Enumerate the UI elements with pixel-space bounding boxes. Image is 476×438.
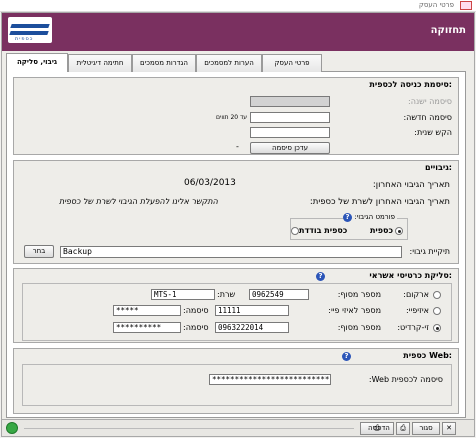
- print-label: הדפסה: [368, 424, 390, 432]
- password-dash: -: [236, 142, 239, 151]
- card-clearing-section: סליקת כרטיסי אשראי: ? ארקום: מספר מסוף: …: [13, 268, 459, 343]
- arcom-label: ארקום:: [403, 290, 429, 299]
- status-globe-icon: [6, 422, 18, 434]
- tab-document-settings[interactable]: הגדרות מסמכים: [132, 54, 196, 72]
- backup-folder-label: תיקיית גיבוי:: [409, 247, 450, 256]
- printer-button[interactable]: ⎙: [396, 422, 410, 435]
- password-section-title: סיסמת כניסה לכספית:: [369, 80, 452, 89]
- easypay-password-label: סיסמה:: [183, 306, 209, 315]
- last-server-backup-label: תאריך הגיבוי האחרון לשרת של כספית:: [309, 197, 450, 207]
- format-single-label: כספית בודדת: [299, 226, 348, 235]
- arcom-terminal-label: מספר מסוף:: [337, 290, 381, 299]
- web-section-title: כספית Web:: [403, 351, 452, 360]
- logo-stripe-bottom: [9, 31, 49, 35]
- arcom-terminal-input[interactable]: 0962549: [249, 289, 309, 300]
- new-password-input[interactable]: [250, 112, 330, 123]
- new-password-label: סיסמה חדשה:: [403, 113, 452, 122]
- old-password-input: [250, 96, 330, 107]
- header-bar: כספית תחזוקה: [2, 13, 474, 51]
- easypay-password-input[interactable]: *****: [113, 305, 181, 316]
- window-title: פרטי העסק: [418, 1, 454, 9]
- easypay-label: איזיפיי:: [406, 306, 429, 315]
- backup-format-label: פורמט הגיבוי:: [352, 213, 397, 221]
- tab-business-details[interactable]: פרטי העסק: [262, 54, 322, 72]
- choose-folder-button[interactable]: בחר: [24, 245, 54, 258]
- tab-digital-signature[interactable]: חתימה דיגיטלית: [68, 54, 132, 72]
- card-clearing-help-icon[interactable]: ?: [316, 272, 325, 281]
- window-titlebar: פרטי העסק: [0, 0, 476, 12]
- arcom-radio[interactable]: [433, 291, 441, 299]
- tab-strip: פרטי העסק הערות למסמכים הגדרות מסמכים חת…: [6, 53, 466, 73]
- web-section: כספית Web: ? סיסמה לכספית Web: *********…: [13, 348, 459, 414]
- zcredit-terminal-input[interactable]: 0963222014: [215, 322, 289, 333]
- format-single-radio[interactable]: [291, 227, 299, 235]
- backup-section-title: גיבויים:: [424, 163, 452, 172]
- tab-backup-clearing[interactable]: גיבוי, סליקה: [6, 53, 68, 73]
- update-password-button[interactable]: עדכן סיסמה: [250, 142, 330, 154]
- zcredit-password-label: סיסמה:: [183, 323, 209, 332]
- old-password-label: סיסמה ישנה:: [408, 97, 452, 106]
- repeat-password-input[interactable]: [250, 127, 330, 138]
- format-help-icon[interactable]: ?: [343, 213, 352, 222]
- footer-divider: [24, 428, 354, 429]
- password-section: סיסמת כניסה לכספית: סיסמה ישנה: סיסמה חד…: [13, 77, 459, 155]
- logo-stripe-top: [10, 24, 50, 28]
- web-box: סיסמה לכספית Web: **********************…: [22, 364, 452, 406]
- password-length-hint: עד 20 תווים: [216, 114, 248, 121]
- arcom-server-input[interactable]: MTS-1: [151, 289, 215, 300]
- card-clearing-box: ארקום: מספר מסוף: 0962549 שרת: MTS-1 איז…: [22, 283, 452, 341]
- web-password-label: סיסמה לכספית Web:: [368, 375, 443, 384]
- format-kaspit-label: כספית: [369, 226, 393, 235]
- last-backup-date: 06/03/2013: [184, 178, 236, 188]
- arcom-server-label: שרת:: [217, 290, 236, 299]
- format-kaspit-radio[interactable]: [395, 227, 403, 235]
- repeat-password-label: הקש שנית:: [414, 128, 452, 137]
- kaspit-logo: כספית: [8, 17, 52, 43]
- page-title: תחזוקה: [430, 25, 466, 36]
- footer-toolbar: ⎙ הדפסה ⎙ סגור ✕: [2, 419, 474, 436]
- app-icon: [460, 1, 472, 10]
- easypay-radio[interactable]: [433, 307, 441, 315]
- logo-text: כספית: [15, 36, 34, 42]
- backup-folder-input[interactable]: Backup: [60, 246, 402, 258]
- tab-panel: סיסמת כניסה לכספית: סיסמה ישנה: סיסמה חד…: [6, 72, 466, 418]
- zcredit-terminal-label: מספר מסוף:: [337, 323, 381, 332]
- last-backup-label: תאריך הגיבוי האחרון:: [372, 180, 450, 190]
- web-password-input[interactable]: **********************************: [209, 374, 331, 385]
- close-button[interactable]: סגור: [412, 422, 440, 435]
- card-clearing-title: סליקת כרטיסי אשראי:: [369, 271, 452, 280]
- easypay-number-input[interactable]: 11111: [215, 305, 289, 316]
- tab-document-notes[interactable]: הערות למסמכים: [196, 54, 262, 72]
- zcredit-label: זי-קרדיט:: [397, 323, 429, 332]
- server-backup-message: התקשר אלינו להפעלת הגיבוי לשרת של כספית: [59, 197, 218, 206]
- close-icon[interactable]: ✕: [442, 422, 456, 435]
- backup-section: גיבויים: תאריך הגיבוי האחרון: 06/03/2013…: [13, 160, 459, 264]
- easypay-number-label: מספר לאיזי פיי:: [328, 306, 381, 315]
- zcredit-radio[interactable]: [433, 324, 441, 332]
- zcredit-password-input[interactable]: **********: [113, 322, 181, 333]
- web-help-icon[interactable]: ?: [342, 352, 351, 361]
